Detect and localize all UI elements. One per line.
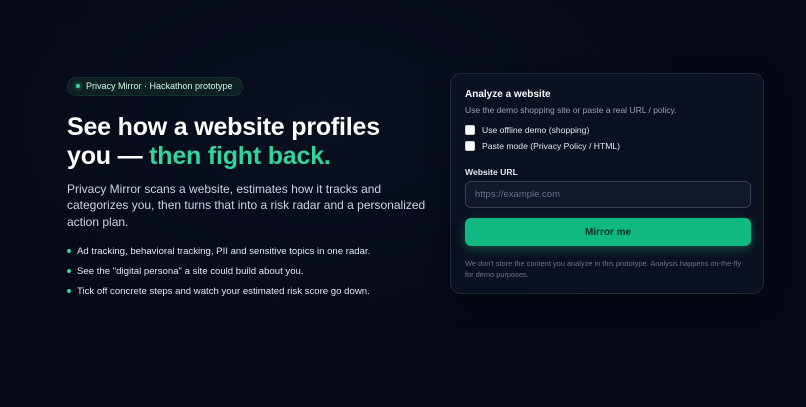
option-offline-demo[interactable]: Use offline demo (shopping) (465, 125, 749, 135)
feature-item: See the "digital persona" a site could b… (67, 266, 427, 278)
card-title: Analyze a website (465, 89, 551, 100)
mode-options: Use offline demo (shopping) Paste mode (… (465, 125, 749, 151)
analyze-card: Analyze a website Use the demo shopping … (450, 73, 764, 294)
feature-item: Tick off concrete steps and watch your e… (67, 286, 427, 298)
url-field-label: Website URL (465, 167, 518, 177)
feature-list: Ad tracking, behavioral tracking, PII an… (67, 246, 427, 298)
option-label: Use offline demo (shopping) (482, 125, 590, 135)
bullet-dot-icon (67, 269, 71, 273)
feature-item: Ad tracking, behavioral tracking, PII an… (67, 246, 427, 258)
feature-text: Ad tracking, behavioral tracking, PII an… (77, 246, 371, 257)
mirror-me-button[interactable]: Mirror me (465, 218, 751, 246)
hero-lead: Privacy Mirror scans a website, estimate… (67, 181, 426, 229)
bullet-dot-icon (67, 249, 71, 253)
badge-text: Privacy Mirror · Hackathon prototype (86, 81, 233, 91)
website-url-input[interactable] (465, 181, 751, 208)
hero-section: Privacy Mirror · Hackathon prototype See… (67, 75, 427, 306)
headline-accent: then fight back. (149, 141, 331, 170)
page: Privacy Mirror · Hackathon prototype See… (0, 0, 806, 407)
prototype-badge: Privacy Mirror · Hackathon prototype (67, 76, 243, 96)
option-label: Paste mode (Privacy Policy / HTML) (482, 141, 621, 151)
bullet-dot-icon (67, 289, 71, 293)
feature-text: Tick off concrete steps and watch your e… (77, 286, 370, 297)
privacy-disclaimer: We don't store the content you analyze i… (465, 259, 742, 279)
offline-demo-checkbox[interactable] (465, 125, 475, 135)
paste-mode-checkbox[interactable] (465, 141, 475, 151)
feature-text: See the "digital persona" a site could b… (77, 266, 304, 277)
card-subtitle: Use the demo shopping site or paste a re… (465, 105, 677, 115)
hero-headline: See how a website profiles you — then fi… (67, 113, 427, 171)
status-dot-icon (76, 84, 80, 88)
option-paste-mode[interactable]: Paste mode (Privacy Policy / HTML) (465, 141, 749, 151)
